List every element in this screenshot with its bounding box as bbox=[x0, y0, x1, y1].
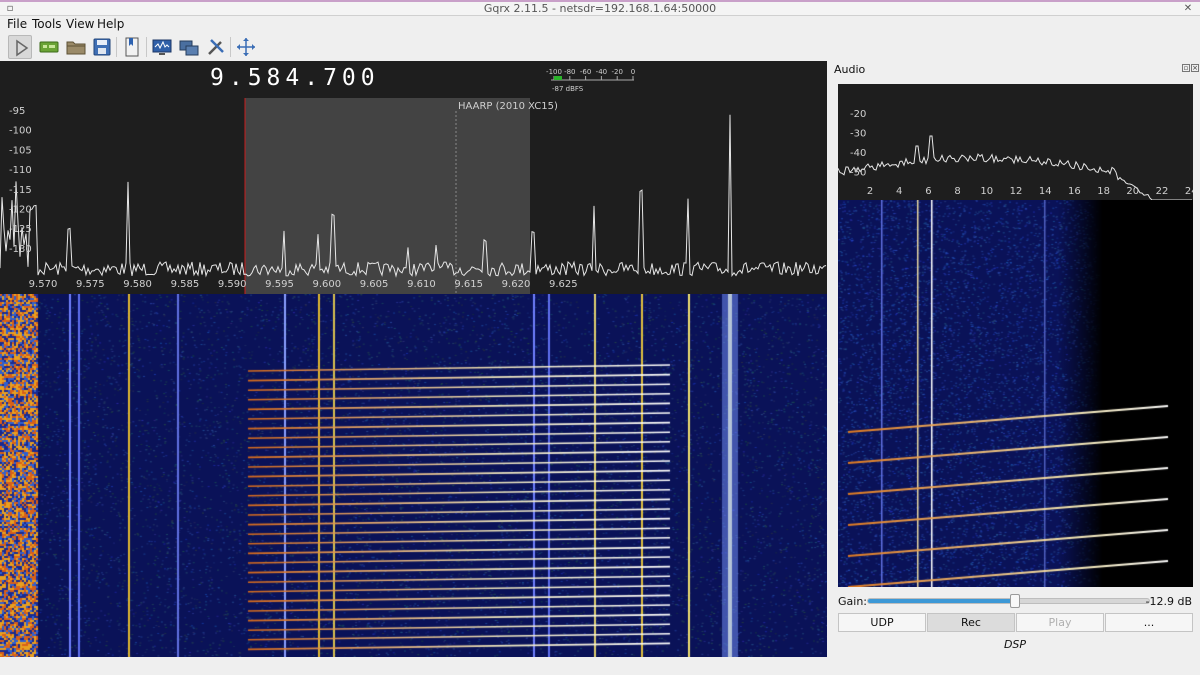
audio-khz-tick: 20 bbox=[1126, 186, 1139, 197]
db-tick-label: -130 bbox=[9, 244, 32, 255]
bookmark-icon[interactable] bbox=[120, 35, 144, 59]
freq-tick-label: 9.605 bbox=[360, 279, 389, 290]
play-button[interactable]: Play bbox=[1016, 613, 1104, 632]
db-tick-label: -95 bbox=[9, 106, 25, 117]
audio-khz-tick: 14 bbox=[1039, 186, 1052, 197]
audio-khz-tick: 16 bbox=[1068, 186, 1081, 197]
audio-khz-tick: 22 bbox=[1156, 186, 1169, 197]
audio-khz-tick: 12 bbox=[1010, 186, 1023, 197]
db-tick-label: -125 bbox=[9, 224, 32, 235]
db-tick-label: -115 bbox=[9, 185, 32, 196]
tools-icon[interactable] bbox=[204, 35, 228, 59]
freq-tick-label: 9.590 bbox=[218, 279, 247, 290]
audio-khz-tick: 18 bbox=[1097, 186, 1110, 197]
toolbar-separator bbox=[230, 37, 231, 57]
audio-fft-plot[interactable]: -20-30-40-50 24681012141618202224 bbox=[838, 84, 1193, 587]
freq-tick-label: 9.595 bbox=[265, 279, 294, 290]
dbfs-readout: -87 dBFS bbox=[552, 85, 584, 93]
play-icon[interactable] bbox=[8, 35, 32, 59]
db-tick-label: -110 bbox=[9, 165, 32, 176]
gain-slider-handle[interactable] bbox=[1010, 594, 1021, 608]
dsp-label: DSP bbox=[1003, 638, 1027, 651]
meter-scale-label: 0 bbox=[631, 68, 635, 76]
freq-tick-label: 9.585 bbox=[171, 279, 200, 290]
toolbar-separator bbox=[116, 37, 117, 57]
audio-db-tick: -50 bbox=[850, 168, 866, 179]
gain-slider[interactable] bbox=[867, 594, 1150, 608]
meter-scale-label: -60 bbox=[580, 68, 591, 76]
audio-khz-tick: 6 bbox=[925, 186, 931, 197]
frequency-readout[interactable]: 9.584.700 bbox=[210, 65, 380, 91]
db-tick-label: -105 bbox=[9, 145, 32, 156]
monitor-icon[interactable] bbox=[150, 35, 174, 59]
udp-button[interactable]: UDP bbox=[838, 613, 926, 632]
rec-button[interactable]: Rec bbox=[927, 613, 1015, 632]
bookmark-label[interactable]: HAARP (2010 XC15) bbox=[458, 101, 558, 112]
freq-tick-label: 9.570 bbox=[29, 279, 58, 290]
meter-scale-label: -100 bbox=[546, 68, 562, 76]
meter-scale-label: -40 bbox=[596, 68, 607, 76]
save-icon[interactable] bbox=[90, 35, 114, 59]
audio-spectrum: -20-30-40-50 24681012141618202224 bbox=[838, 109, 1193, 200]
gain-label: Gain: bbox=[838, 595, 867, 608]
close-window-icon[interactable]: ✕ bbox=[1182, 3, 1194, 15]
freq-tick-label: 9.610 bbox=[407, 279, 436, 290]
spectrum-plot[interactable]: HAARP (2010 XC15) -95 -100 -105 -110 -115 -12… bbox=[0, 61, 827, 294]
network-icon[interactable] bbox=[177, 35, 201, 59]
audio-khz-tick: 2 bbox=[867, 186, 873, 197]
gain-value: -12.9 dB bbox=[1145, 595, 1193, 608]
audio-dock-title: Audio bbox=[834, 63, 866, 76]
meter-scale-label: -80 bbox=[564, 68, 575, 76]
audio-khz-tick: 8 bbox=[954, 186, 960, 197]
audio-waterfall[interactable] bbox=[838, 200, 1193, 587]
window-title: Gqrx 2.11.5 - netsdr=192.168.1.64:50000 bbox=[483, 2, 717, 15]
menu-view[interactable]: View bbox=[66, 16, 94, 32]
fullscreen-icon[interactable] bbox=[234, 35, 258, 59]
meter-scale-label: -20 bbox=[611, 68, 622, 76]
window-menu-icon[interactable]: ▫ bbox=[4, 3, 16, 15]
title-bar: Gqrx 2.11.5 - netsdr=192.168.1.64:50000 … bbox=[0, 0, 1200, 16]
waterfall-display[interactable] bbox=[0, 294, 827, 657]
audio-db-tick: -20 bbox=[850, 109, 866, 120]
float-dock-icon[interactable]: ▫ bbox=[1182, 64, 1190, 72]
audio-db-tick: -40 bbox=[850, 148, 866, 159]
close-dock-icon[interactable]: × bbox=[1191, 64, 1199, 72]
audio-khz-tick: 4 bbox=[896, 186, 902, 197]
hardware-icon[interactable] bbox=[37, 35, 61, 59]
freq-tick-label: 9.625 bbox=[549, 279, 578, 290]
freq-tick-label: 9.620 bbox=[502, 279, 531, 290]
freq-tick-label: 9.580 bbox=[123, 279, 152, 290]
menu-bar: File Tools View Help bbox=[0, 16, 1200, 32]
freq-tick-label: 9.575 bbox=[76, 279, 105, 290]
menu-help[interactable]: Help bbox=[97, 16, 124, 32]
freq-tick-label: 9.615 bbox=[454, 279, 483, 290]
audio-khz-tick: 10 bbox=[980, 186, 993, 197]
audio-dock: Audio ▫ × -20 -30 -40 -50 2 4 6 8 10 12 14 16 18 20 2… bbox=[830, 61, 1200, 657]
db-tick-label: -100 bbox=[9, 126, 32, 137]
freq-tick-label: 9.600 bbox=[312, 279, 341, 290]
audio-khz-tick: 24 bbox=[1185, 186, 1193, 197]
more-button[interactable]: ... bbox=[1105, 613, 1193, 632]
toolbar-separator bbox=[146, 37, 147, 57]
fft-plotter[interactable]: HAARP (2010 XC15) -95 -100 -105 -110 -115 -12… bbox=[0, 61, 827, 657]
db-tick-label: -120 bbox=[9, 205, 32, 216]
open-folder-icon[interactable] bbox=[64, 35, 88, 59]
gain-slider-fill bbox=[868, 599, 1016, 603]
signal-meter-bar bbox=[554, 76, 562, 80]
audio-db-tick: -30 bbox=[850, 129, 866, 140]
menu-tools[interactable]: Tools bbox=[32, 16, 62, 32]
toolbar bbox=[0, 33, 1200, 60]
menu-file[interactable]: File bbox=[7, 16, 27, 32]
